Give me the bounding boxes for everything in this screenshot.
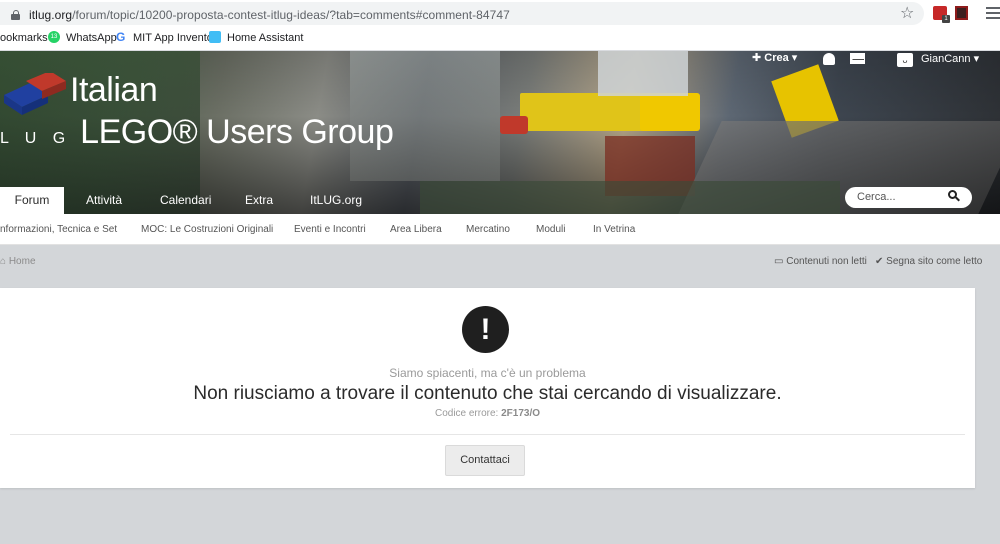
browser-address-bar: itlug.org/forum/topic/10200-proposta-con… [0, 0, 1000, 27]
tab-calendari[interactable]: Calendari [160, 187, 211, 214]
whatsapp-icon: 13 [48, 31, 60, 43]
home-assistant-icon [209, 31, 221, 43]
unread-icon: ▭ [774, 256, 784, 267]
tab-itlug-org[interactable]: ItLUG.org [310, 187, 362, 214]
google-icon: G [116, 30, 126, 44]
browser-menu-icon[interactable] [986, 7, 1000, 19]
breadcrumb-home[interactable]: Home [9, 256, 36, 267]
logo-text-group: L U G LEGO® Users Group [0, 113, 394, 158]
error-message: Non riusciamo a trovare il contenuto che… [193, 383, 782, 404]
search-icon[interactable] [948, 190, 960, 202]
subnav-item-area-libera[interactable]: Area Libera [390, 224, 442, 235]
divider [10, 434, 965, 435]
extension-ublock-icon[interactable]: 1 [933, 6, 950, 23]
bookmark-bookmarks[interactable]: ookmarks [0, 32, 48, 45]
forum-subnav: nformazioni, Tecnica e Set MOC: Le Costr… [0, 214, 1000, 245]
tab-attivita[interactable]: Attività [86, 187, 122, 214]
tab-extra[interactable]: Extra [245, 187, 273, 214]
notifications-bell-icon[interactable] [823, 53, 835, 65]
url-text[interactable]: itlug.org/forum/topic/10200-proposta-con… [29, 8, 510, 22]
bookmark-whatsapp[interactable]: WhatsApp [66, 32, 117, 45]
subnav-item-eventi[interactable]: Eventi e Incontri [294, 224, 366, 235]
bookmark-star-icon[interactable]: ☆ [900, 6, 914, 22]
error-code-value: 2F173/O [501, 408, 541, 419]
extension-red-icon[interactable] [955, 6, 968, 20]
search-placeholder: Cerca... [857, 191, 896, 203]
logo-text-lug: L U G [0, 130, 72, 147]
error-subtitle: Siamo spiacenti, ma c'è un problema [389, 366, 586, 380]
breadcrumb[interactable]: ⌂ Home [0, 256, 36, 267]
create-button[interactable]: ✚ Crea ▾ [752, 51, 797, 64]
mark-read-label[interactable]: Segna sito come letto [886, 256, 982, 267]
logo-text-lego-users-group: LEGO® Users Group [80, 113, 394, 151]
contact-button[interactable]: Contattaci [445, 445, 525, 476]
bookmarks-bar: ookmarks 13 WhatsApp G MIT App Inventor … [0, 27, 1000, 51]
user-menu[interactable]: GianCann ▾ [921, 52, 979, 65]
subnav-item-informazioni[interactable]: nformazioni, Tecnica e Set [0, 224, 117, 235]
bookmark-mit-app-inventor[interactable]: MIT App Inventor [133, 32, 217, 45]
unread-content-link[interactable]: ▭ Contenuti non letti [774, 256, 867, 267]
logo-text-italian: Italian [70, 71, 158, 109]
tab-forum[interactable]: Forum [0, 187, 64, 214]
error-code: Codice errore: 2F173/O [0, 408, 975, 419]
subnav-item-mercatino[interactable]: Mercatino [466, 224, 510, 235]
error-code-label: Codice errore: [434, 408, 499, 419]
omnibox[interactable]: itlug.org/forum/topic/10200-proposta-con… [0, 2, 924, 25]
subnav-item-moc[interactable]: MOC: Le Costruzioni Originali [141, 224, 273, 235]
messages-mail-icon[interactable] [850, 53, 865, 64]
subnav-item-in-vetrina[interactable]: In Vetrina [593, 224, 635, 235]
exclamation-icon: ! [462, 306, 509, 353]
subnav-item-moduli[interactable]: Moduli [536, 224, 565, 235]
unread-label[interactable]: Contenuti non letti [786, 256, 867, 267]
lock-icon[interactable] [11, 10, 20, 20]
avatar[interactable]: ᴗ [897, 53, 913, 67]
mark-site-read-link[interactable]: ✔ Segna sito come letto [875, 256, 982, 267]
check-icon: ✔ [875, 256, 884, 267]
bookmark-home-assistant[interactable]: Home Assistant [227, 32, 303, 45]
